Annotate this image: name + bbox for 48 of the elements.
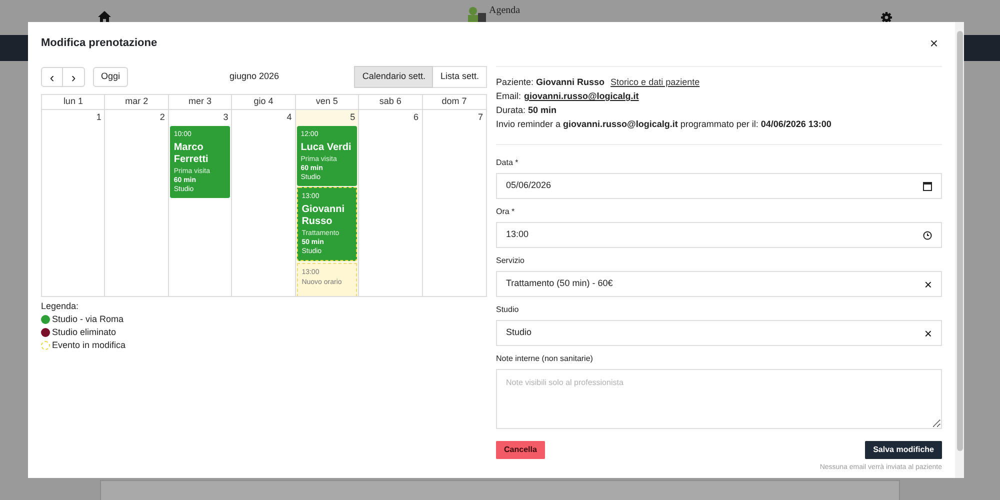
- day-number: 1: [96, 111, 102, 124]
- close-button[interactable]: ×: [930, 36, 938, 50]
- clock-icon[interactable]: [923, 230, 932, 240]
- patient-history-link[interactable]: Storico e dati paziente: [610, 76, 700, 89]
- home-icon[interactable]: [98, 11, 111, 23]
- save-button[interactable]: Salva modifiche: [865, 441, 942, 459]
- patient-name: Paziente: Giovanni Russo: [496, 76, 605, 89]
- select-field[interactable]: Trattamento (50 min) - 60€ ×: [496, 271, 942, 297]
- cancel-button[interactable]: Cancella: [496, 441, 545, 459]
- notes-field[interactable]: Note visibili solo al professionista: [496, 369, 942, 429]
- view-tab[interactable]: Calendario sett.: [354, 66, 434, 88]
- select-field[interactable]: Studio ×: [496, 320, 942, 346]
- day-number: 3: [223, 111, 230, 124]
- next-button[interactable]: ›: [63, 67, 85, 87]
- logo-icon: [467, 6, 487, 22]
- day-number: 6: [414, 111, 420, 124]
- day-number: 2: [160, 111, 166, 124]
- previous-button[interactable]: ‹: [41, 67, 63, 87]
- email-link[interactable]: giovanni.russo@logicalg.it: [524, 90, 639, 103]
- legend-label: Evento in modifica: [52, 339, 126, 351]
- calendar-icon[interactable]: [923, 182, 932, 190]
- field-label: Data *: [496, 158, 520, 168]
- day-number: 7: [478, 111, 484, 124]
- duration-text: Durata: 50 min: [496, 104, 558, 117]
- scrollbar[interactable]: [955, 22, 964, 478]
- modal-title: Modifica prenotazione: [41, 36, 158, 51]
- email-label: Email:: [496, 90, 522, 103]
- field-label: Studio: [496, 305, 520, 315]
- brand-name: Agenda: [489, 6, 520, 16]
- today-button[interactable]: Oggi: [93, 67, 128, 87]
- reminder-text: Invio reminder a giovanni.russo@logicalg.it programmato per il: 04/06/2026 13:00: [496, 118, 832, 131]
- patient-name: Luca Verdi: [300, 142, 352, 154]
- time-field[interactable]: 13:00: [496, 222, 942, 248]
- legend-label: Studio eliminato: [52, 326, 116, 338]
- period-label: giugno 2026: [228, 70, 280, 84]
- field-label: Ora *: [496, 207, 516, 217]
- legend-label: Studio - via Roma: [52, 313, 124, 325]
- day-number: 4: [286, 111, 293, 124]
- patient-name: Marco Ferretti: [174, 142, 210, 166]
- clear-button[interactable]: ×: [924, 278, 932, 290]
- day-number: 5: [350, 111, 356, 124]
- field-label: Note interne (non sanitarie): [496, 354, 594, 364]
- view-tab[interactable]: Lista sett.: [433, 66, 487, 88]
- legend-title: Legenda:: [41, 300, 79, 312]
- patient-name: Giovanni Russo: [302, 204, 346, 228]
- field-label: Servizio: [496, 256, 526, 266]
- clear-button[interactable]: ×: [924, 326, 932, 340]
- date-field[interactable]: 05/06/2026: [496, 173, 942, 199]
